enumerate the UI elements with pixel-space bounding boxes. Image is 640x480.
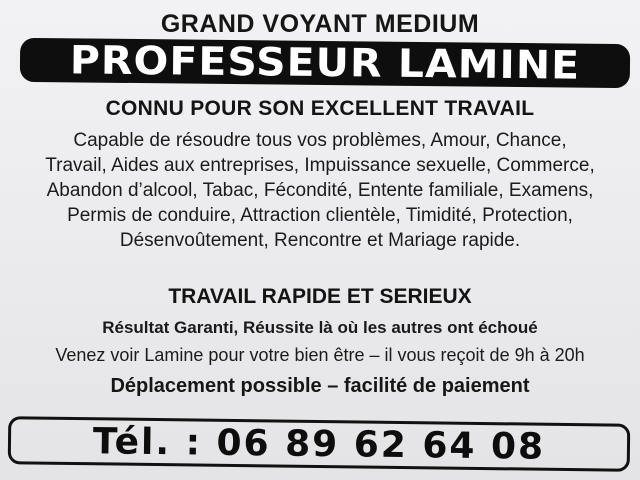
services-line: Permis de conduire, Attraction clientèle…: [67, 205, 573, 226]
phone-box: Tél. : 06 89 62 64 08: [7, 416, 631, 472]
top-title: GRAND VOYANT MEDIUM: [160, 10, 480, 38]
flyer: GRAND VOYANT MEDIUM PROFESSEUR LAMINE CO…: [0, 0, 640, 480]
services-line: Désenvoûtement, Rencontre et Mariage rap…: [119, 230, 521, 251]
name-banner: PROFESSEUR LAMINE: [19, 37, 631, 89]
visit-hours-text: Venez voir Lamine pour votre bien être –…: [55, 345, 585, 365]
guarantee-text: Résultat Garanti, Réussite là où les aut…: [102, 318, 538, 337]
name-banner-text: PROFESSEUR LAMINE: [69, 37, 581, 89]
phone-number: Tél. : 06 89 62 64 08: [92, 420, 546, 468]
headline: CONNU POUR SON EXCELLENT TRAVAIL: [105, 97, 535, 120]
subheadline: TRAVAIL RAPIDE ET SERIEUX: [168, 285, 472, 308]
services-list: Capable de résoudre tous vos problèmes, …: [0, 128, 640, 253]
services-line: Capable de résoudre tous vos problèmes, …: [73, 130, 567, 151]
travel-payment-text: Déplacement possible – facilité de paiem…: [110, 375, 530, 397]
services-line: Abandon d’alcool, Tabac, Fécondité, Ente…: [46, 180, 594, 201]
services-line: Travail, Aides aux entreprises, Impuissa…: [45, 155, 595, 176]
